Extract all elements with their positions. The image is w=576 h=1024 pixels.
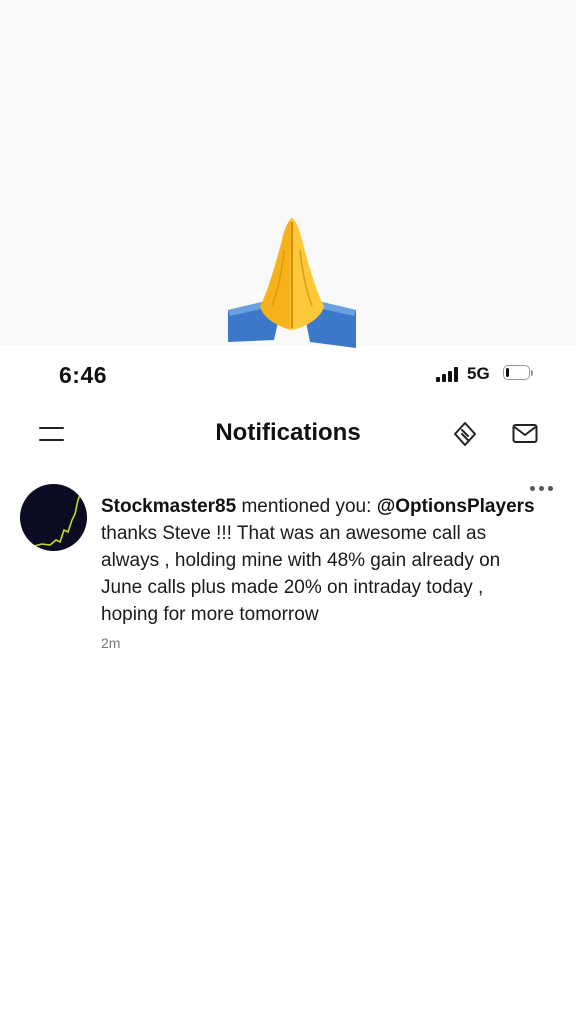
signal-icon (436, 366, 458, 382)
app-header: Notifications (0, 410, 576, 458)
page: 6:46 5G Notifications Stockmaster85 ment… (0, 0, 576, 1024)
diamond-icon[interactable] (452, 421, 478, 447)
mention-handle[interactable]: @OptionsPlayers (377, 496, 535, 517)
avatar[interactable] (20, 484, 87, 551)
notification-body-line: June calls plus made 20% on intraday tod… (101, 577, 484, 598)
status-time: 6:46 (59, 362, 108, 388)
mail-icon[interactable] (512, 423, 538, 449)
folded-hands-emoji (222, 210, 362, 350)
more-options-icon[interactable] (530, 486, 553, 491)
notification-username[interactable]: Stockmaster85 (101, 496, 236, 517)
notification-body-line: hoping for more tomorrow (101, 604, 319, 625)
notification-text: Stockmaster85 mentioned you: @OptionsPla… (101, 493, 551, 628)
notification-body-line: thanks Steve !!! That was an awesome cal… (101, 523, 487, 544)
notification-body-line: always , holding mine with 48% gain alre… (101, 550, 501, 571)
network-label: 5G (467, 364, 490, 383)
battery-icon (503, 365, 533, 382)
notification-item[interactable]: Stockmaster85 mentioned you: @OptionsPla… (0, 480, 576, 660)
notification-timestamp: 2m (101, 635, 121, 651)
status-bar: 6:46 5G (0, 352, 576, 396)
page-title: Notifications (215, 419, 361, 446)
notification-action: mentioned you: (236, 496, 377, 517)
emoji-message-area (0, 0, 576, 348)
